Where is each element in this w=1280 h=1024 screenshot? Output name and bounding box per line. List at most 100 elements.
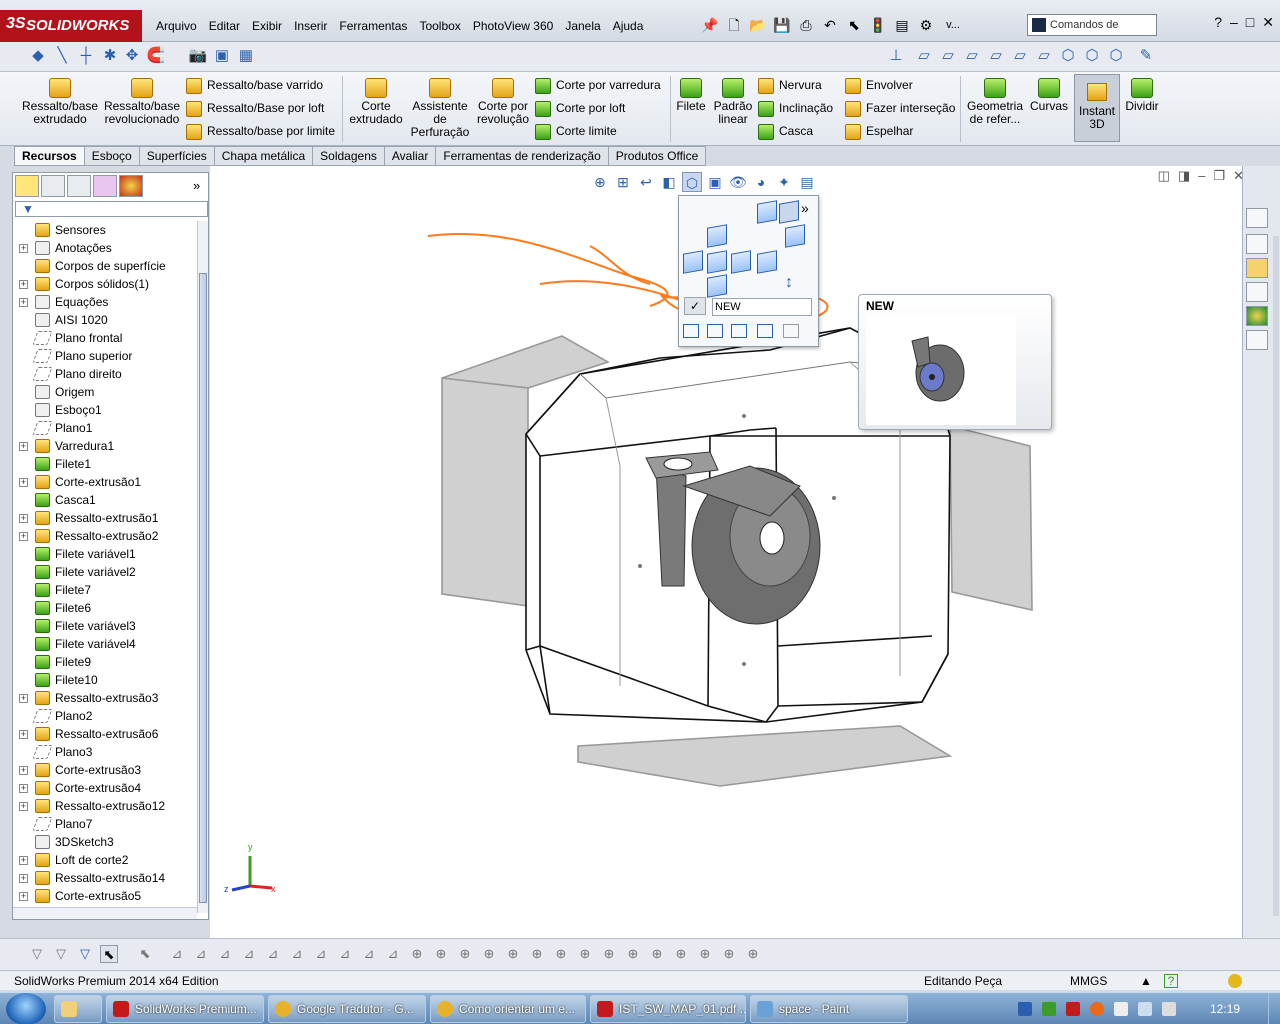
units-selector[interactable]: MMGS	[1070, 974, 1107, 988]
save-icon[interactable]: 💾	[772, 14, 792, 36]
two-view-horizontal-icon[interactable]	[707, 324, 723, 338]
view-isometric-menu-icon[interactable]	[785, 224, 805, 248]
view-front-icon[interactable]: ▱	[914, 46, 934, 66]
tree-item[interactable]: + Ressalto-extrusão1	[13, 509, 197, 527]
filter-toggle-icon[interactable]: ▽	[28, 945, 46, 963]
design-library-icon[interactable]	[1246, 234, 1268, 254]
extruded-cut-button[interactable]: Corte extrudado	[348, 78, 404, 126]
filter-mesh-icon[interactable]: ⊕	[720, 945, 738, 963]
filter-axes-icon[interactable]: ⊿	[240, 945, 258, 963]
tree-item[interactable]: 3DSketch3	[13, 833, 197, 851]
expand-icon[interactable]: +	[19, 514, 28, 523]
tree-item[interactable]: + Ressalto-extrusão14	[13, 869, 197, 887]
revolved-boss-button[interactable]: Ressalto/base revolucionado	[102, 78, 182, 126]
filter-welds-icon[interactable]: ⊕	[480, 945, 498, 963]
filter-clear-icon[interactable]: ▽	[76, 945, 94, 963]
single-view-icon[interactable]	[683, 324, 699, 338]
dimxpert-tab-icon[interactable]	[93, 175, 117, 197]
tree-item[interactable]: + Corte-extrusão4	[13, 779, 197, 797]
toolbar-overflow[interactable]: v...	[940, 14, 966, 36]
expand-icon[interactable]: +	[19, 298, 28, 307]
appearances-icon[interactable]	[1246, 306, 1268, 326]
filter-surfaces-icon[interactable]: ⊿	[216, 945, 234, 963]
tree-vertical-scrollbar[interactable]	[197, 221, 208, 913]
view-right-icon[interactable]: ▱	[986, 46, 1006, 66]
tab-superficies[interactable]: Superfícies	[139, 146, 215, 166]
view-bottom-icon[interactable]: ▱	[1034, 46, 1054, 66]
menu-exibir[interactable]: Exibir	[246, 18, 288, 34]
curves-button[interactable]: Curvas	[1028, 78, 1070, 113]
tab-produtos-office[interactable]: Produtos Office	[608, 146, 707, 166]
tab-avaliar[interactable]: Avaliar	[384, 146, 437, 166]
tray-display-icon[interactable]	[1138, 1002, 1152, 1016]
menu-toolbox[interactable]: Toolbox	[413, 18, 466, 34]
tree-item[interactable]: Plano2	[13, 707, 197, 725]
taskbar-explorer[interactable]	[54, 995, 102, 1023]
view-trimetric-icon[interactable]: ⬡	[1082, 46, 1102, 66]
tab-soldagens[interactable]: Soldagens	[313, 146, 385, 166]
help-icon[interactable]: ?	[1214, 14, 1222, 31]
filter-center-marks-icon[interactable]: ⊿	[384, 945, 402, 963]
filter-more-icon[interactable]: ⊕	[744, 945, 762, 963]
feature-filter-input[interactable]: ▼	[15, 201, 208, 217]
tree-item[interactable]: Filete7	[13, 581, 197, 599]
normal-to-icon[interactable]: ⊥	[886, 46, 906, 66]
shell-button[interactable]: Casca	[758, 123, 813, 140]
tree-item[interactable]: + Varredura1	[13, 437, 197, 455]
view-orientation-menu-icon[interactable]	[779, 200, 799, 224]
lofted-boss-button[interactable]: Ressalto/Base por loft	[186, 100, 324, 117]
view-selector-menu-icon[interactable]	[757, 200, 777, 224]
tab-ferramentas-renderizacao[interactable]: Ferramentas de renderização	[436, 146, 609, 166]
filter-silhouettes-icon[interactable]: ⊕	[696, 945, 714, 963]
menu-editar[interactable]: Editar	[203, 18, 246, 34]
units-arrow-icon[interactable]: ▲	[1140, 974, 1152, 988]
view-right-menu-icon[interactable]	[731, 250, 751, 274]
tree-item[interactable]: Origem	[13, 383, 197, 401]
filter-balloons-icon[interactable]: ⊕	[624, 945, 642, 963]
tag-icon[interactable]	[1228, 974, 1242, 988]
fillet-button[interactable]: Filete	[674, 78, 708, 113]
custom-view-new-item[interactable]: ✓ NEW	[682, 296, 816, 316]
line-icon[interactable]: ╲	[52, 46, 72, 66]
expand-icon[interactable]: +	[19, 892, 28, 901]
tree-item[interactable]: Filete variável4	[13, 635, 197, 653]
hole-wizard-button[interactable]: Assistente de Perfuração	[410, 78, 470, 139]
tab-recursos[interactable]: Recursos	[14, 146, 85, 166]
reference-geometry-button[interactable]: Geometria de refer...	[964, 78, 1026, 126]
tray-pdf-icon[interactable]	[1066, 1002, 1080, 1016]
tray-app-icon[interactable]	[1090, 1002, 1104, 1016]
view-top-icon[interactable]: ▱	[1010, 46, 1030, 66]
tree-item[interactable]: AISI 1020	[13, 311, 197, 329]
move-icon[interactable]: ✥	[122, 46, 142, 66]
filter-planes-icon[interactable]: ⊿	[264, 945, 282, 963]
expand-icon[interactable]: +	[19, 280, 28, 289]
view-bottom-menu-icon[interactable]	[707, 274, 727, 298]
filter-routing-icon[interactable]: ⊕	[600, 945, 618, 963]
tree-item[interactable]: Filete variável2	[13, 563, 197, 581]
expand-icon[interactable]: +	[19, 532, 28, 541]
options-icon[interactable]: ⚙	[916, 14, 936, 36]
split-button[interactable]: Dividir	[1122, 78, 1162, 113]
menu-ferramentas[interactable]: Ferramentas	[333, 18, 413, 34]
tab-chapa-metalica[interactable]: Chapa metálica	[214, 146, 314, 166]
tree-item[interactable]: Esboço1	[13, 401, 197, 419]
print-icon[interactable]: ⎙	[796, 14, 816, 36]
expand-icon[interactable]: +	[19, 694, 28, 703]
configuration-manager-tab-icon[interactable]	[67, 175, 91, 197]
tree-item[interactable]: + Ressalto-extrusão3	[13, 689, 197, 707]
start-button[interactable]	[6, 993, 46, 1024]
select-pointer-icon[interactable]: ⬉	[100, 945, 118, 963]
two-view-vertical-icon[interactable]	[731, 324, 747, 338]
tree-item[interactable]: + Loft de corte2	[13, 851, 197, 869]
tree-item[interactable]: Corpos de superfície	[13, 257, 197, 275]
tree-item[interactable]: + Corte-extrusão3	[13, 761, 197, 779]
custom-properties-icon[interactable]	[1246, 330, 1268, 350]
tree-item[interactable]: Plano7	[13, 815, 197, 833]
tree-item[interactable]: Plano direito	[13, 365, 197, 383]
filter-blocks-icon[interactable]: ⊕	[528, 945, 546, 963]
wrap-button[interactable]: Envolver	[845, 77, 913, 94]
filter-sketch-segments-icon[interactable]: ⊿	[336, 945, 354, 963]
menu-overflow-icon[interactable]: »	[801, 200, 809, 216]
view-palette-icon[interactable]	[1246, 282, 1268, 302]
boundary-cut-button[interactable]: Corte limite	[535, 123, 617, 140]
